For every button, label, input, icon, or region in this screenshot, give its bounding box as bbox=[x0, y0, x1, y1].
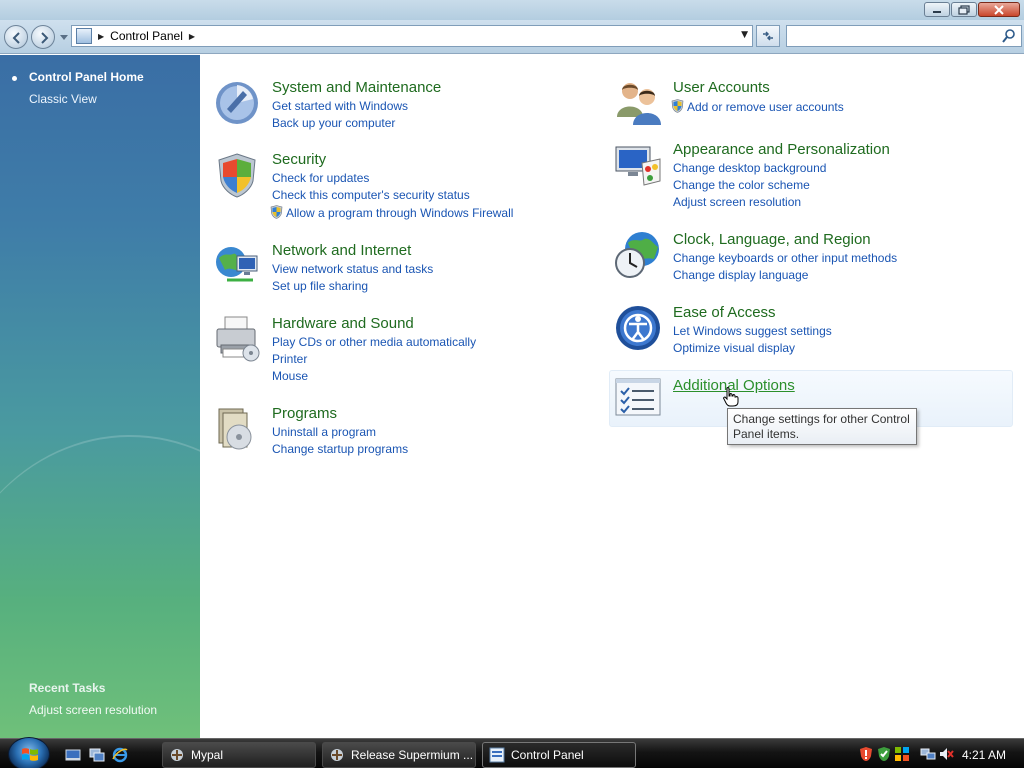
address-dropdown-icon[interactable]: ▼ bbox=[741, 30, 748, 40]
start-button[interactable] bbox=[8, 737, 50, 768]
windows-sidebar-icon[interactable] bbox=[894, 746, 910, 762]
recent-tasks-heading: Recent Tasks bbox=[29, 681, 106, 695]
back-button[interactable] bbox=[4, 25, 28, 49]
category-link[interactable]: Uninstall a program bbox=[272, 425, 376, 439]
system-clock[interactable]: 4:21 AM bbox=[962, 748, 1006, 762]
category-link[interactable]: Change desktop background bbox=[673, 161, 826, 175]
category-link[interactable]: Set up file sharing bbox=[272, 279, 368, 293]
switch-windows-icon[interactable] bbox=[89, 747, 105, 763]
uac-shield-icon bbox=[270, 205, 283, 219]
shield-check-icon[interactable] bbox=[876, 746, 892, 762]
category-title[interactable]: Hardware and Sound bbox=[272, 315, 414, 332]
category-link-text[interactable]: Add or remove user accounts bbox=[687, 100, 844, 114]
classic-view-link[interactable]: Classic View bbox=[29, 92, 97, 106]
security-alert-icon[interactable] bbox=[858, 746, 874, 762]
category-link[interactable]: Printer bbox=[272, 352, 307, 366]
close-button[interactable] bbox=[978, 2, 1020, 17]
control-panel-icon bbox=[76, 28, 92, 44]
taskbar-button-label: Control Panel bbox=[511, 748, 584, 762]
category-link[interactable]: Optimize visual display bbox=[673, 341, 795, 355]
control-panel-content: System and Maintenance Get started with … bbox=[200, 55, 1024, 738]
address-box[interactable]: ▶ Control Panel ▶ ▼ bbox=[71, 25, 753, 47]
appearance-icon bbox=[615, 146, 661, 186]
users-icon bbox=[617, 83, 661, 125]
category-link[interactable]: Change startup programs bbox=[272, 442, 408, 456]
category-title[interactable]: User Accounts bbox=[673, 79, 770, 96]
category-link[interactable]: Let Windows suggest settings bbox=[673, 324, 832, 338]
breadcrumb-arrow-icon[interactable]: ▶ bbox=[189, 32, 195, 41]
category-link[interactable]: Check this computer's security status bbox=[272, 188, 470, 202]
refresh-button[interactable] bbox=[756, 25, 780, 47]
minimize-button[interactable] bbox=[924, 2, 950, 17]
category-title[interactable]: Programs bbox=[272, 405, 337, 422]
uac-shield-icon bbox=[671, 99, 684, 113]
tooltip: Change settings for other Control Panel … bbox=[727, 408, 917, 445]
refresh-icon bbox=[763, 31, 773, 41]
programs-icon bbox=[218, 408, 252, 450]
category-link[interactable]: Get started with Windows bbox=[272, 99, 408, 113]
control-panel-icon bbox=[489, 747, 505, 763]
category-title[interactable]: Ease of Access bbox=[673, 304, 776, 321]
taskbar-button-control-panel[interactable]: Control Panel bbox=[482, 742, 636, 768]
address-bar-row: ▶ Control Panel ▶ ▼ bbox=[0, 20, 1024, 54]
network-status-icon[interactable] bbox=[920, 746, 936, 762]
category-title[interactable]: System and Maintenance bbox=[272, 79, 441, 96]
category-link[interactable]: Change keyboards or other input methods bbox=[673, 251, 897, 265]
category-link[interactable]: Back up your computer bbox=[272, 116, 395, 130]
window-titlebar bbox=[0, 0, 1024, 20]
category-link[interactable]: Play CDs or other media automatically bbox=[272, 335, 476, 349]
category-link[interactable]: View network status and tasks bbox=[272, 262, 433, 276]
forward-button[interactable] bbox=[31, 25, 55, 49]
window-controls bbox=[924, 2, 1020, 17]
mypal-icon bbox=[171, 749, 183, 761]
current-view-bullet-icon bbox=[12, 76, 17, 81]
breadcrumb-arrow-icon[interactable]: ▶ bbox=[98, 32, 104, 41]
category-link-text[interactable]: Allow a program through Windows Firewall bbox=[286, 206, 513, 220]
category-link-with-shield[interactable]: Allow a program through Windows Firewall bbox=[270, 205, 513, 220]
breadcrumb-control-panel[interactable]: Control Panel bbox=[110, 29, 183, 43]
category-link[interactable]: Adjust screen resolution bbox=[673, 195, 801, 209]
category-link[interactable]: Change display language bbox=[673, 268, 808, 282]
taskbar-button-supermium[interactable]: Release Supermium ... bbox=[322, 742, 476, 768]
category-title[interactable]: Network and Internet bbox=[272, 242, 411, 259]
maximize-button[interactable] bbox=[951, 2, 977, 17]
windows-logo-icon bbox=[22, 748, 38, 761]
category-title[interactable]: Appearance and Personalization bbox=[673, 141, 890, 158]
search-box[interactable] bbox=[786, 25, 1022, 47]
show-desktop-icon[interactable] bbox=[65, 747, 81, 763]
category-title[interactable]: Security bbox=[272, 151, 326, 168]
taskbar: Mypal Release Supermium ... Control Pane… bbox=[0, 737, 1024, 768]
clock-globe-icon bbox=[615, 232, 659, 278]
checklist-icon bbox=[615, 378, 661, 416]
control-panel-home-link[interactable]: Control Panel Home bbox=[29, 70, 144, 84]
category-link-with-shield[interactable]: Add or remove user accounts bbox=[671, 99, 844, 114]
volume-muted-icon[interactable] bbox=[938, 746, 954, 762]
task-pane bbox=[0, 55, 200, 738]
category-link[interactable]: Mouse bbox=[272, 369, 308, 383]
system-icon bbox=[216, 82, 258, 124]
taskbar-button-label: Mypal bbox=[191, 748, 224, 762]
search-input[interactable] bbox=[787, 26, 987, 46]
category-link[interactable]: Check for updates bbox=[272, 171, 369, 185]
hand-cursor-icon bbox=[723, 387, 739, 407]
taskbar-button-mypal[interactable]: Mypal bbox=[162, 742, 316, 768]
notification-area: 4:21 AM bbox=[852, 742, 1024, 768]
category-link[interactable]: Change the color scheme bbox=[673, 178, 810, 192]
supermium-icon bbox=[331, 749, 343, 761]
recent-pages-dropdown-icon[interactable] bbox=[60, 33, 68, 41]
security-shield-icon bbox=[218, 153, 256, 198]
search-icon[interactable] bbox=[1002, 29, 1016, 43]
ease-of-access-icon bbox=[616, 306, 660, 350]
printer-icon bbox=[216, 316, 260, 362]
internet-explorer-icon[interactable] bbox=[112, 747, 128, 763]
network-icon bbox=[216, 247, 258, 282]
taskbar-button-label: Release Supermium ... bbox=[351, 748, 474, 762]
category-title[interactable]: Clock, Language, and Region bbox=[673, 231, 871, 248]
recent-task-link[interactable]: Adjust screen resolution bbox=[29, 703, 157, 717]
